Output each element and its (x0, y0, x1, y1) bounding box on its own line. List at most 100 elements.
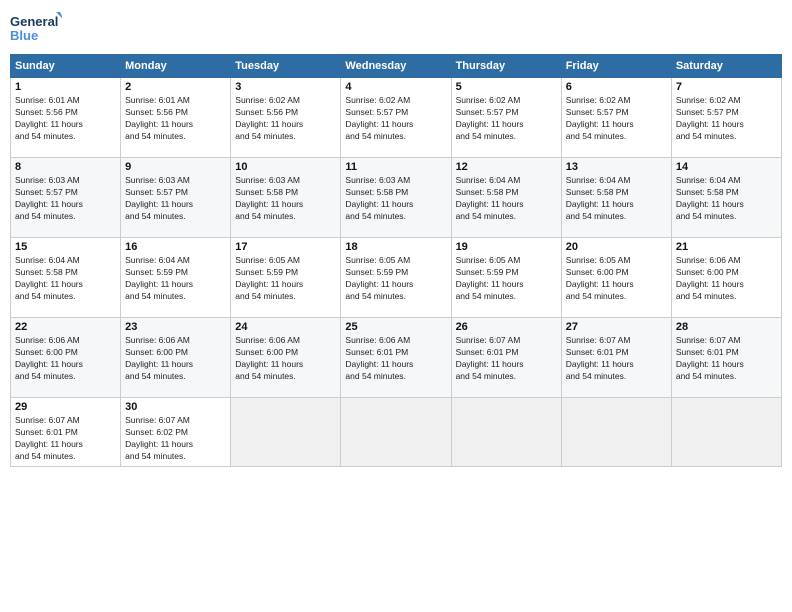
day-info: Sunrise: 6:04 AMSunset: 5:58 PMDaylight:… (566, 175, 667, 223)
day-number: 13 (566, 161, 667, 173)
day-info: Sunrise: 6:07 AMSunset: 6:01 PMDaylight:… (676, 335, 777, 383)
day-number: 26 (456, 321, 557, 333)
col-header-thursday: Thursday (451, 55, 561, 78)
calendar-cell: 29 Sunrise: 6:07 AMSunset: 6:01 PMDaylig… (11, 398, 121, 467)
calendar-cell: 12 Sunrise: 6:04 AMSunset: 5:58 PMDaylig… (451, 158, 561, 238)
day-info: Sunrise: 6:07 AMSunset: 6:01 PMDaylight:… (15, 415, 116, 463)
col-header-saturday: Saturday (671, 55, 781, 78)
day-info: Sunrise: 6:02 AMSunset: 5:57 PMDaylight:… (456, 95, 557, 143)
calendar-cell: 22 Sunrise: 6:06 AMSunset: 6:00 PMDaylig… (11, 318, 121, 398)
calendar-cell: 15 Sunrise: 6:04 AMSunset: 5:58 PMDaylig… (11, 238, 121, 318)
day-info: Sunrise: 6:05 AMSunset: 5:59 PMDaylight:… (345, 255, 446, 303)
calendar-cell: 5 Sunrise: 6:02 AMSunset: 5:57 PMDayligh… (451, 78, 561, 158)
day-info: Sunrise: 6:03 AMSunset: 5:58 PMDaylight:… (345, 175, 446, 223)
day-number: 25 (345, 321, 446, 333)
day-number: 16 (125, 241, 226, 253)
day-info: Sunrise: 6:02 AMSunset: 5:57 PMDaylight:… (345, 95, 446, 143)
calendar-cell (451, 398, 561, 467)
day-info: Sunrise: 6:04 AMSunset: 5:58 PMDaylight:… (676, 175, 777, 223)
day-info: Sunrise: 6:06 AMSunset: 6:00 PMDaylight:… (235, 335, 336, 383)
calendar-cell: 13 Sunrise: 6:04 AMSunset: 5:58 PMDaylig… (561, 158, 671, 238)
day-number: 19 (456, 241, 557, 253)
day-number: 21 (676, 241, 777, 253)
day-number: 29 (15, 401, 116, 413)
day-info: Sunrise: 6:04 AMSunset: 5:58 PMDaylight:… (456, 175, 557, 223)
day-info: Sunrise: 6:06 AMSunset: 6:01 PMDaylight:… (345, 335, 446, 383)
col-header-friday: Friday (561, 55, 671, 78)
day-number: 9 (125, 161, 226, 173)
calendar-cell (341, 398, 451, 467)
day-number: 22 (15, 321, 116, 333)
day-number: 23 (125, 321, 226, 333)
day-info: Sunrise: 6:07 AMSunset: 6:02 PMDaylight:… (125, 415, 226, 463)
col-header-monday: Monday (121, 55, 231, 78)
day-info: Sunrise: 6:02 AMSunset: 5:57 PMDaylight:… (676, 95, 777, 143)
day-info: Sunrise: 6:06 AMSunset: 6:00 PMDaylight:… (125, 335, 226, 383)
col-header-wednesday: Wednesday (341, 55, 451, 78)
day-number: 12 (456, 161, 557, 173)
day-info: Sunrise: 6:01 AMSunset: 5:56 PMDaylight:… (15, 95, 116, 143)
day-number: 5 (456, 81, 557, 93)
day-info: Sunrise: 6:07 AMSunset: 6:01 PMDaylight:… (566, 335, 667, 383)
day-number: 6 (566, 81, 667, 93)
calendar-cell: 7 Sunrise: 6:02 AMSunset: 5:57 PMDayligh… (671, 78, 781, 158)
day-number: 10 (235, 161, 336, 173)
calendar-cell: 14 Sunrise: 6:04 AMSunset: 5:58 PMDaylig… (671, 158, 781, 238)
calendar-cell: 16 Sunrise: 6:04 AMSunset: 5:59 PMDaylig… (121, 238, 231, 318)
day-number: 15 (15, 241, 116, 253)
calendar-cell (671, 398, 781, 467)
calendar-cell: 4 Sunrise: 6:02 AMSunset: 5:57 PMDayligh… (341, 78, 451, 158)
calendar-cell: 20 Sunrise: 6:05 AMSunset: 6:00 PMDaylig… (561, 238, 671, 318)
day-info: Sunrise: 6:04 AMSunset: 5:59 PMDaylight:… (125, 255, 226, 303)
calendar-cell: 23 Sunrise: 6:06 AMSunset: 6:00 PMDaylig… (121, 318, 231, 398)
day-info: Sunrise: 6:07 AMSunset: 6:01 PMDaylight:… (456, 335, 557, 383)
calendar-cell: 11 Sunrise: 6:03 AMSunset: 5:58 PMDaylig… (341, 158, 451, 238)
day-number: 1 (15, 81, 116, 93)
day-info: Sunrise: 6:01 AMSunset: 5:56 PMDaylight:… (125, 95, 226, 143)
calendar-cell (231, 398, 341, 467)
day-number: 8 (15, 161, 116, 173)
day-number: 11 (345, 161, 446, 173)
calendar-cell: 10 Sunrise: 6:03 AMSunset: 5:58 PMDaylig… (231, 158, 341, 238)
day-info: Sunrise: 6:02 AMSunset: 5:56 PMDaylight:… (235, 95, 336, 143)
day-number: 14 (676, 161, 777, 173)
calendar-cell: 8 Sunrise: 6:03 AMSunset: 5:57 PMDayligh… (11, 158, 121, 238)
calendar-cell: 24 Sunrise: 6:06 AMSunset: 6:00 PMDaylig… (231, 318, 341, 398)
calendar-cell: 1 Sunrise: 6:01 AMSunset: 5:56 PMDayligh… (11, 78, 121, 158)
day-number: 30 (125, 401, 226, 413)
calendar-cell (561, 398, 671, 467)
day-number: 2 (125, 81, 226, 93)
calendar-cell: 19 Sunrise: 6:05 AMSunset: 5:59 PMDaylig… (451, 238, 561, 318)
calendar-cell: 25 Sunrise: 6:06 AMSunset: 6:01 PMDaylig… (341, 318, 451, 398)
calendar-cell: 9 Sunrise: 6:03 AMSunset: 5:57 PMDayligh… (121, 158, 231, 238)
calendar-cell: 26 Sunrise: 6:07 AMSunset: 6:01 PMDaylig… (451, 318, 561, 398)
svg-text:Blue: Blue (10, 28, 38, 43)
calendar-cell: 2 Sunrise: 6:01 AMSunset: 5:56 PMDayligh… (121, 78, 231, 158)
col-header-sunday: Sunday (11, 55, 121, 78)
day-info: Sunrise: 6:05 AMSunset: 5:59 PMDaylight:… (456, 255, 557, 303)
day-info: Sunrise: 6:05 AMSunset: 5:59 PMDaylight:… (235, 255, 336, 303)
calendar-cell: 28 Sunrise: 6:07 AMSunset: 6:01 PMDaylig… (671, 318, 781, 398)
col-header-tuesday: Tuesday (231, 55, 341, 78)
day-number: 18 (345, 241, 446, 253)
day-info: Sunrise: 6:05 AMSunset: 6:00 PMDaylight:… (566, 255, 667, 303)
day-number: 3 (235, 81, 336, 93)
logo: General Blue (10, 10, 62, 46)
day-info: Sunrise: 6:03 AMSunset: 5:57 PMDaylight:… (15, 175, 116, 223)
day-number: 7 (676, 81, 777, 93)
calendar-cell: 6 Sunrise: 6:02 AMSunset: 5:57 PMDayligh… (561, 78, 671, 158)
svg-text:General: General (10, 14, 58, 29)
day-info: Sunrise: 6:06 AMSunset: 6:00 PMDaylight:… (15, 335, 116, 383)
calendar: SundayMondayTuesdayWednesdayThursdayFrid… (10, 54, 782, 467)
day-number: 4 (345, 81, 446, 93)
day-info: Sunrise: 6:03 AMSunset: 5:57 PMDaylight:… (125, 175, 226, 223)
calendar-cell: 30 Sunrise: 6:07 AMSunset: 6:02 PMDaylig… (121, 398, 231, 467)
day-info: Sunrise: 6:02 AMSunset: 5:57 PMDaylight:… (566, 95, 667, 143)
calendar-cell: 17 Sunrise: 6:05 AMSunset: 5:59 PMDaylig… (231, 238, 341, 318)
day-info: Sunrise: 6:04 AMSunset: 5:58 PMDaylight:… (15, 255, 116, 303)
day-number: 28 (676, 321, 777, 333)
logo-svg: General Blue (10, 10, 62, 46)
day-info: Sunrise: 6:06 AMSunset: 6:00 PMDaylight:… (676, 255, 777, 303)
calendar-cell: 3 Sunrise: 6:02 AMSunset: 5:56 PMDayligh… (231, 78, 341, 158)
calendar-cell: 27 Sunrise: 6:07 AMSunset: 6:01 PMDaylig… (561, 318, 671, 398)
